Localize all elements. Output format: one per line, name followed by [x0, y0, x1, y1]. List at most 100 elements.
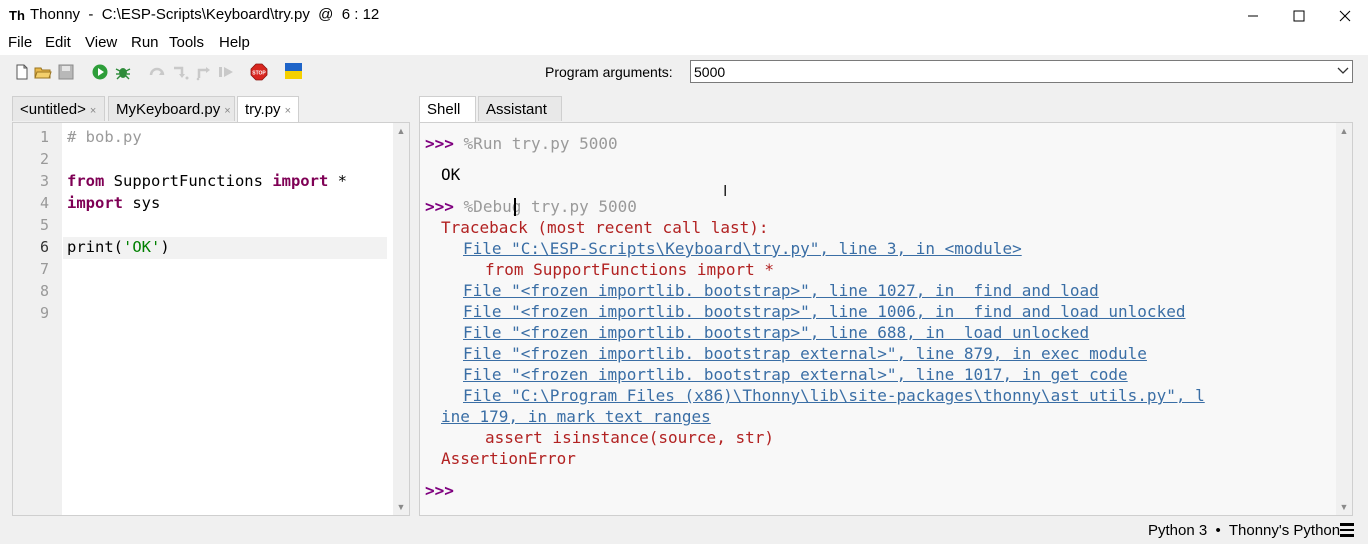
scroll-down-icon[interactable]: ▼	[1336, 499, 1352, 515]
open-folder-icon[interactable]	[34, 63, 52, 81]
traceback-link-continued[interactable]: ine 179, in mark text ranges	[441, 407, 711, 426]
new-file-icon[interactable]	[13, 63, 31, 81]
shell-command: %Run try.py 5000	[463, 134, 618, 153]
code-line: import sys	[67, 194, 160, 212]
close-icon[interactable]: ×	[90, 105, 96, 117]
traceback-link[interactable]: File "C:\Program Files (x86)\Thonny\lib\…	[463, 386, 1205, 405]
keyword: from	[67, 172, 105, 190]
code-line: # bob.py	[67, 128, 142, 146]
maximize-button[interactable]	[1276, 0, 1322, 31]
string-literal: 'OK'	[123, 238, 161, 256]
code-text: sys	[123, 194, 161, 212]
traceback-link[interactable]: File "<frozen importlib. bootstrap exter…	[463, 365, 1128, 384]
run-icon[interactable]	[91, 63, 109, 81]
code-text: *	[328, 172, 347, 190]
menu-view[interactable]: View	[85, 34, 117, 51]
minimize-button[interactable]	[1230, 0, 1276, 31]
tab-shell[interactable]: Shell	[419, 96, 476, 122]
error-name: AssertionError	[441, 449, 576, 468]
traceback-link[interactable]: File "<frozen importlib. bootstrap exter…	[463, 344, 1147, 363]
code-text: SupportFunctions	[104, 172, 273, 190]
title-bar: Th Thonny - C:\ESP-Scripts\Keyboard\try.…	[0, 0, 1368, 31]
traceback-source: from SupportFunctions import *	[485, 260, 774, 279]
code-text: )	[160, 238, 170, 256]
menu-run[interactable]: Run	[131, 34, 159, 51]
maximize-icon	[1293, 10, 1305, 22]
program-arguments-input[interactable]	[690, 60, 1353, 83]
line-number: 2	[39, 150, 49, 168]
line-number: 1	[39, 128, 49, 146]
shell-prompt: >>>	[425, 197, 454, 216]
step-out-icon[interactable]	[195, 63, 213, 81]
close-window-button[interactable]	[1322, 0, 1368, 31]
shell-command: %Debug try.py 5000	[463, 197, 637, 216]
step-over-icon[interactable]	[148, 63, 166, 81]
tab-untitled[interactable]: <untitled> ×	[12, 96, 105, 121]
scroll-up-icon[interactable]: ▲	[393, 123, 409, 139]
tab-label: try.py	[245, 101, 281, 118]
editor-scrollbar[interactable]: ▲ ▼	[393, 123, 409, 515]
chevron-down-icon[interactable]	[1335, 62, 1351, 82]
line-number: 4	[39, 194, 49, 212]
line-number: 5	[39, 216, 49, 234]
tab-label: <untitled>	[20, 101, 86, 118]
window-title: Thonny - C:\ESP-Scripts\Keyboard\try.py …	[30, 6, 380, 23]
line-number-gutter: 1 2 3 4 5 6 7 8 9	[13, 123, 62, 515]
traceback-link[interactable]: File "<frozen importlib. bootstrap>", li…	[463, 323, 1089, 342]
status-bar: Python 3 • Thonny's Python	[0, 518, 1368, 544]
scroll-down-icon[interactable]: ▼	[393, 499, 409, 515]
menu-bar: File Edit View Run Tools Help	[0, 31, 1368, 55]
menu-icon[interactable]	[1340, 523, 1354, 537]
line-number: 8	[39, 282, 49, 300]
shell-console[interactable]: >>> %Run try.py 5000 OK >>> %Debug try.p…	[419, 122, 1353, 516]
shell-output: OK	[441, 165, 461, 184]
save-icon[interactable]	[57, 63, 75, 81]
comment: # bob.py	[67, 128, 142, 146]
shell-scrollbar[interactable]: ▲ ▼	[1336, 123, 1352, 515]
interpreter-status[interactable]: Python 3 • Thonny's Python	[1148, 522, 1340, 539]
tab-label: Assistant	[486, 101, 547, 118]
debug-icon[interactable]	[114, 63, 132, 81]
text-cursor	[514, 198, 516, 216]
tab-try-py[interactable]: try.py ×	[237, 96, 299, 122]
close-icon[interactable]: ×	[285, 105, 291, 117]
stop-icon[interactable]: STOP	[250, 63, 268, 81]
resume-icon[interactable]	[217, 63, 235, 81]
menu-tools[interactable]: Tools	[169, 34, 204, 51]
close-icon[interactable]: ×	[224, 105, 230, 117]
code-line: print('OK')	[67, 238, 170, 256]
close-icon	[1339, 10, 1351, 22]
program-arguments-label: Program arguments:	[545, 64, 673, 80]
keyword: import	[67, 194, 123, 212]
thonny-logo-icon: Th	[9, 8, 25, 23]
menu-edit[interactable]: Edit	[45, 34, 71, 51]
line-number: 3	[39, 172, 49, 190]
shell-line: >>> %Debug try.py 5000	[425, 197, 637, 216]
shell-prompt: >>>	[425, 134, 454, 153]
scroll-up-icon[interactable]: ▲	[1336, 123, 1352, 139]
menu-file[interactable]: File	[8, 34, 32, 51]
tab-mykeyboard[interactable]: MyKeyboard.py ×	[108, 96, 235, 121]
tab-label: MyKeyboard.py	[116, 101, 221, 118]
traceback-link[interactable]: File "C:\ESP-Scripts\Keyboard\try.py", l…	[463, 239, 1022, 258]
ibeam-cursor-icon: I	[723, 183, 728, 200]
ukraine-flag-icon[interactable]	[285, 63, 302, 79]
step-into-icon[interactable]	[172, 63, 190, 81]
traceback-source: assert isinstance(source, str)	[485, 428, 774, 447]
svg-text:STOP: STOP	[252, 71, 266, 77]
line-number: 7	[39, 260, 49, 278]
traceback-header: Traceback (most recent call last):	[441, 218, 769, 237]
tab-assistant[interactable]: Assistant	[478, 96, 562, 121]
tab-label: Shell	[427, 101, 461, 118]
traceback-link[interactable]: File "<frozen importlib. bootstrap>", li…	[463, 302, 1185, 321]
traceback-link[interactable]: File "<frozen importlib. bootstrap>", li…	[463, 281, 1099, 300]
keyword: import	[272, 172, 329, 190]
shell-prompt: >>>	[425, 481, 454, 500]
code-text: print(	[67, 238, 123, 256]
code-editor[interactable]: 1 2 3 4 5 6 7 8 9 # bob.py from SupportF…	[12, 122, 410, 516]
menu-help[interactable]: Help	[219, 34, 250, 51]
code-line: from SupportFunctions import *	[67, 172, 347, 190]
line-number: 6	[39, 238, 49, 256]
shell-line: >>>	[425, 481, 454, 500]
line-number: 9	[39, 304, 49, 322]
